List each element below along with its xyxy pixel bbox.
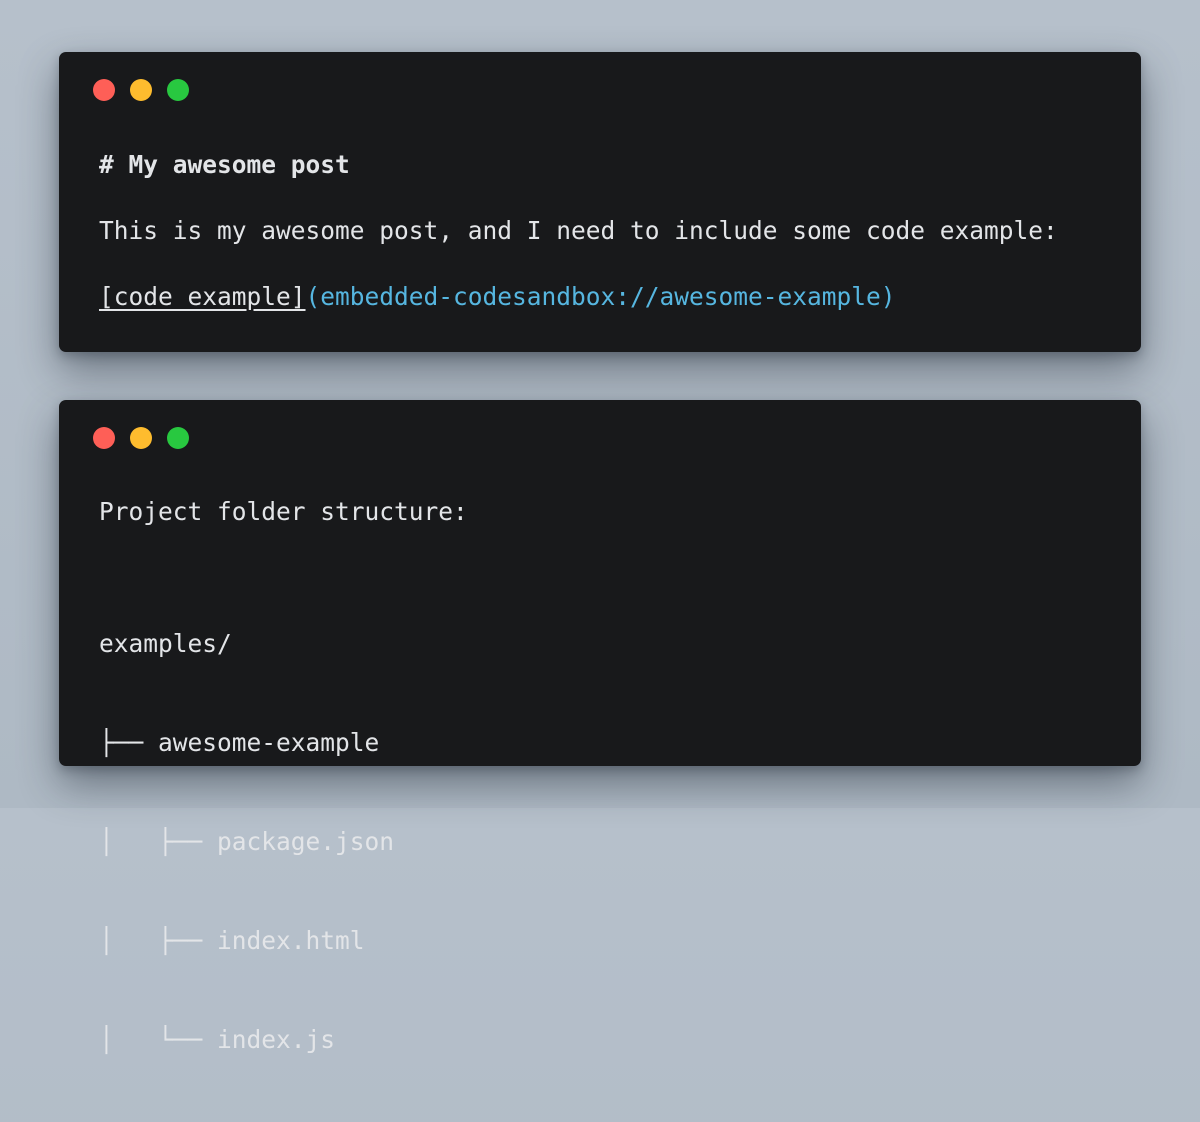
markdown-link-text: [code example]	[99, 282, 306, 311]
markdown-paragraph: This is my awesome post, and I need to i…	[99, 216, 1058, 245]
minimize-dot-icon[interactable]	[130, 427, 152, 449]
window-controls	[93, 427, 193, 449]
maximize-dot-icon[interactable]	[167, 427, 189, 449]
tree-line-file: │ └── index.js	[99, 1025, 336, 1054]
tree-line-file: │ ├── package.json	[99, 827, 395, 856]
tree-line-folder: ├── awesome-example	[99, 728, 380, 757]
tree-line-file: │ ├── index.html	[99, 926, 365, 955]
maximize-dot-icon[interactable]	[167, 79, 189, 101]
close-dot-icon[interactable]	[93, 427, 115, 449]
markdown-heading: # My awesome post	[99, 150, 350, 179]
tree-line-root: examples/	[99, 629, 232, 658]
minimize-dot-icon[interactable]	[130, 79, 152, 101]
window-controls	[93, 79, 193, 101]
folder-structure-title: Project folder structure:	[99, 497, 468, 526]
close-dot-icon[interactable]	[93, 79, 115, 101]
folder-tree: examples/ ├── awesome-example │ ├── pack…	[99, 561, 394, 1122]
folder-structure-window: Project folder structure: examples/ ├── …	[59, 400, 1141, 1054]
markdown-link-url: (embedded-codesandbox://awesome-example)	[305, 282, 896, 311]
markdown-code-window: # My awesome post This is my awesome pos…	[59, 52, 1141, 352]
markdown-link-line: [code example](embedded-codesandbox://aw…	[99, 280, 896, 313]
